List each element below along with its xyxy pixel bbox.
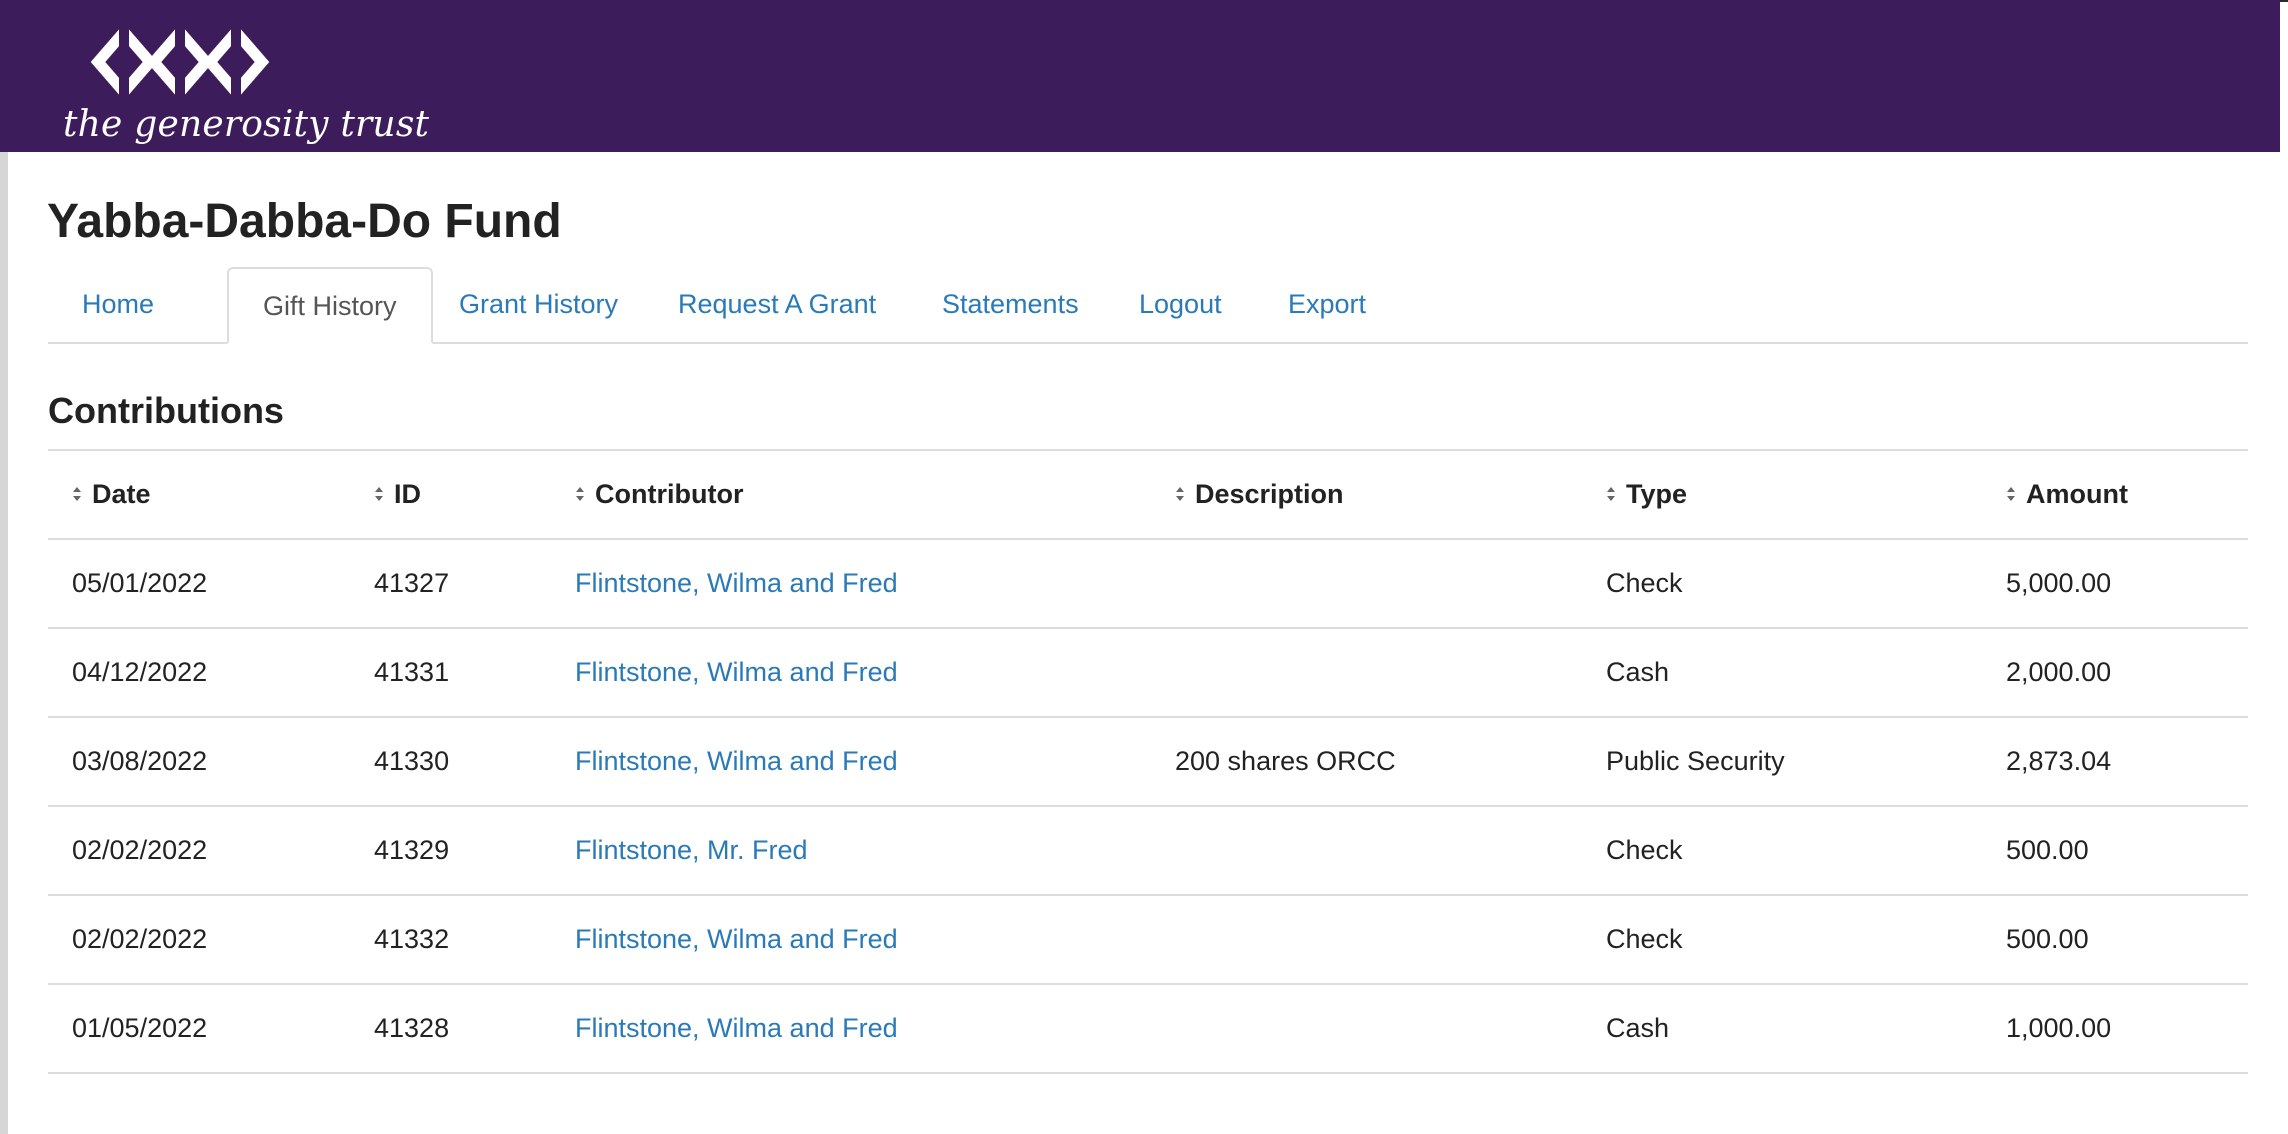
cell-amount: 2,000.00 [1982,628,2248,718]
tab-logout[interactable]: Logout [1105,267,1256,342]
contributor-link[interactable]: Flintstone, Wilma and Fred [575,924,898,954]
column-label: Date [92,479,151,509]
sort-icon [374,486,384,502]
cell-id: 41329 [350,806,551,896]
column-label: Type [1626,479,1688,509]
cell-contributor: Flintstone, Wilma and Fred [551,984,1151,1074]
sort-icon [1606,486,1616,502]
table-row: 01/05/2022 41328 Flintstone, Wilma and F… [48,984,2248,1074]
cell-date: 01/05/2022 [48,984,350,1074]
cell-amount: 500.00 [1982,895,2248,985]
sort-icon [575,486,585,502]
sort-icon [1175,486,1185,502]
nav-tabs: Home Gift History Grant History Request … [48,267,2248,344]
cell-amount: 5,000.00 [1982,539,2248,629]
logo-mark-icon [90,22,270,104]
contributions-heading: Contributions [48,390,284,431]
cell-contributor: Flintstone, Wilma and Fred [551,628,1151,718]
contributor-link[interactable]: Flintstone, Wilma and Fred [575,657,898,687]
column-header-description[interactable]: Description [1151,450,1582,540]
contributor-link[interactable]: Flintstone, Wilma and Fred [575,1013,898,1043]
cell-date: 05/01/2022 [48,539,350,629]
sort-icon [72,486,82,502]
cell-date: 03/08/2022 [48,717,350,807]
cell-contributor: Flintstone, Wilma and Fred [551,539,1151,629]
table-row: 04/12/2022 41331 Flintstone, Wilma and F… [48,628,2248,718]
cell-contributor: Flintstone, Mr. Fred [551,806,1151,896]
logo-text: the generosity trust [63,104,430,145]
cell-type: Cash [1582,984,1982,1074]
cell-date: 02/02/2022 [48,806,350,896]
cell-description [1151,539,1582,629]
cell-description [1151,895,1582,985]
table-row: 02/02/2022 41332 Flintstone, Wilma and F… [48,895,2248,985]
column-header-id[interactable]: ID [350,450,551,540]
contributor-link[interactable]: Flintstone, Wilma and Fred [575,746,898,776]
cell-id: 41327 [350,539,551,629]
cell-id: 41330 [350,717,551,807]
contributor-link[interactable]: Flintstone, Wilma and Fred [575,568,898,598]
table-header-row: Date ID Contributor Description Type Amo… [48,450,2248,540]
page-title: Yabba-Dabba-Do Fund [47,195,562,248]
column-label: ID [394,479,421,509]
cell-type: Check [1582,539,1982,629]
column-header-contributor[interactable]: Contributor [551,450,1151,540]
site-header: the generosity trust [0,0,2280,152]
cell-id: 41331 [350,628,551,718]
cell-amount: 500.00 [1982,806,2248,896]
cell-type: Cash [1582,628,1982,718]
column-label: Description [1195,479,1344,509]
cell-id: 41332 [350,895,551,985]
cell-description [1151,806,1582,896]
column-label: Amount [2026,479,2128,509]
tab-grant-history[interactable]: Grant History [425,267,652,342]
table-row: 02/02/2022 41329 Flintstone, Mr. Fred Ch… [48,806,2248,896]
cell-id: 41328 [350,984,551,1074]
cell-contributor: Flintstone, Wilma and Fred [551,895,1151,985]
tab-export[interactable]: Export [1254,267,1400,342]
tab-request-a-grant[interactable]: Request A Grant [644,267,910,342]
table-row: 05/01/2022 41327 Flintstone, Wilma and F… [48,539,2248,629]
column-header-type[interactable]: Type [1582,450,1982,540]
table-row: 03/08/2022 41330 Flintstone, Wilma and F… [48,717,2248,807]
cell-type: Check [1582,806,1982,896]
generosity-trust-logo[interactable]: the generosity trust [55,20,429,150]
column-header-amount[interactable]: Amount [1982,450,2248,540]
tab-home[interactable]: Home [48,267,188,342]
cell-amount: 2,873.04 [1982,717,2248,807]
column-header-date[interactable]: Date [48,450,350,540]
tab-statements[interactable]: Statements [908,267,1113,342]
column-label: Contributor [595,479,744,509]
contributions-table: Date ID Contributor Description Type Amo… [48,449,2248,1074]
cell-description: 200 shares ORCC [1151,717,1582,807]
cell-contributor: Flintstone, Wilma and Fred [551,717,1151,807]
cell-description [1151,984,1582,1074]
tab-gift-history[interactable]: Gift History [227,267,433,344]
cell-date: 04/12/2022 [48,628,350,718]
cell-description [1151,628,1582,718]
cell-type: Check [1582,895,1982,985]
cell-amount: 1,000.00 [1982,984,2248,1074]
sort-icon [2006,486,2016,502]
contributor-link[interactable]: Flintstone, Mr. Fred [575,835,808,865]
cell-type: Public Security [1582,717,1982,807]
cell-date: 02/02/2022 [48,895,350,985]
